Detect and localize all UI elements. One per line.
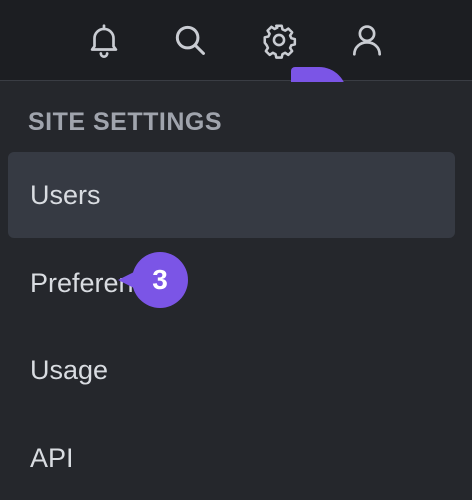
menu-item-label: API	[30, 442, 74, 473]
menu-item-api[interactable]: API	[8, 415, 455, 500]
settings-dropdown: SITE SETTINGS Users Preferences Usage AP…	[0, 82, 472, 500]
menu-item-label: Usage	[30, 354, 109, 385]
menu-item-preferences[interactable]: Preferences	[8, 240, 455, 326]
step-badge-3: 3	[118, 252, 188, 308]
top-navigation-bar	[0, 0, 472, 81]
menu-item-label: Users	[30, 179, 101, 210]
user-icon	[352, 25, 382, 56]
search-icon	[175, 25, 205, 55]
gear-icon	[263, 24, 297, 59]
section-title: SITE SETTINGS	[28, 108, 223, 136]
settings-button[interactable]	[259, 20, 299, 60]
notifications-button[interactable]	[84, 20, 124, 60]
menu-item-users[interactable]: Users	[8, 152, 455, 238]
bell-icon	[90, 24, 118, 58]
profile-button[interactable]	[347, 20, 387, 60]
menu-item-usage[interactable]: Usage	[8, 327, 455, 413]
search-button[interactable]	[170, 20, 210, 60]
